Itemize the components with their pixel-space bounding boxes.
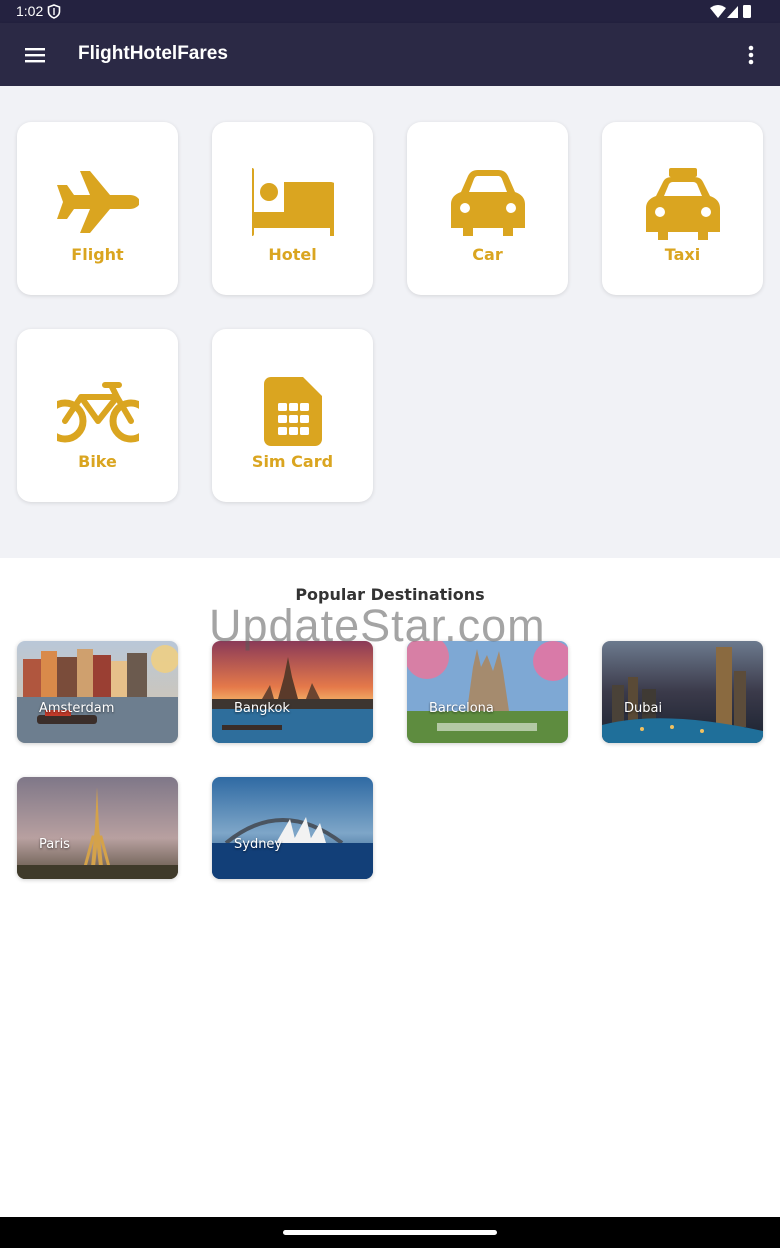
destination-card-paris[interactable]: Paris xyxy=(17,777,178,879)
airplane-icon xyxy=(57,171,139,233)
service-card-sim-card[interactable]: Sim Card xyxy=(212,329,373,502)
destination-image xyxy=(212,777,373,879)
car-icon xyxy=(451,170,525,236)
destination-image xyxy=(212,641,373,743)
menu-icon[interactable] xyxy=(18,39,52,71)
sim-card-icon xyxy=(264,377,322,446)
service-label: Bike xyxy=(78,452,117,471)
destination-card-barcelona[interactable]: Barcelona xyxy=(407,641,568,743)
service-card-bike[interactable]: Bike xyxy=(17,329,178,502)
status-time: 1:02 xyxy=(16,3,44,19)
bicycle-icon xyxy=(57,382,139,443)
app-bar: FlightHotelFares xyxy=(0,23,780,86)
destination-label: Barcelona xyxy=(429,701,494,716)
app-title: FlightHotelFares xyxy=(78,43,228,64)
destination-image xyxy=(407,641,568,743)
destination-card-bangkok[interactable]: Bangkok xyxy=(212,641,373,743)
destination-image xyxy=(602,641,763,743)
battery-icon xyxy=(743,5,751,18)
status-bar: 1:02 xyxy=(0,0,780,23)
service-label: Sim Card xyxy=(251,452,334,471)
destination-label: Paris xyxy=(39,837,70,852)
services-section: Flight Hotel Car Taxi Bike Sim Card xyxy=(0,86,780,558)
shield-icon xyxy=(47,4,61,19)
status-icons xyxy=(710,5,751,18)
service-card-hotel[interactable]: Hotel xyxy=(212,122,373,295)
service-label: Taxi xyxy=(664,245,701,264)
service-card-taxi[interactable]: Taxi xyxy=(602,122,763,295)
destination-label: Amsterdam xyxy=(39,701,115,716)
destination-card-sydney[interactable]: Sydney xyxy=(212,777,373,879)
navigation-bar xyxy=(0,1217,780,1248)
signal-icon xyxy=(727,6,738,18)
bed-icon xyxy=(252,168,334,236)
service-label: Car xyxy=(472,245,503,264)
destination-image xyxy=(17,641,178,743)
wifi-icon xyxy=(710,5,726,18)
service-label: Flight xyxy=(71,245,124,264)
home-gesture-handle[interactable] xyxy=(283,1230,497,1235)
destination-card-dubai[interactable]: Dubai xyxy=(602,641,763,743)
destination-image xyxy=(17,777,178,879)
more-options-icon[interactable] xyxy=(742,41,760,69)
service-card-flight[interactable]: Flight xyxy=(17,122,178,295)
destination-label: Sydney xyxy=(234,837,283,852)
service-card-car[interactable]: Car xyxy=(407,122,568,295)
watermark-text: UpdateStar.com xyxy=(209,600,546,651)
destination-label: Dubai xyxy=(624,701,663,716)
service-label: Hotel xyxy=(268,245,317,264)
destination-card-amsterdam[interactable]: Amsterdam xyxy=(17,641,178,743)
taxi-icon xyxy=(646,168,720,240)
destination-label: Bangkok xyxy=(234,701,290,716)
